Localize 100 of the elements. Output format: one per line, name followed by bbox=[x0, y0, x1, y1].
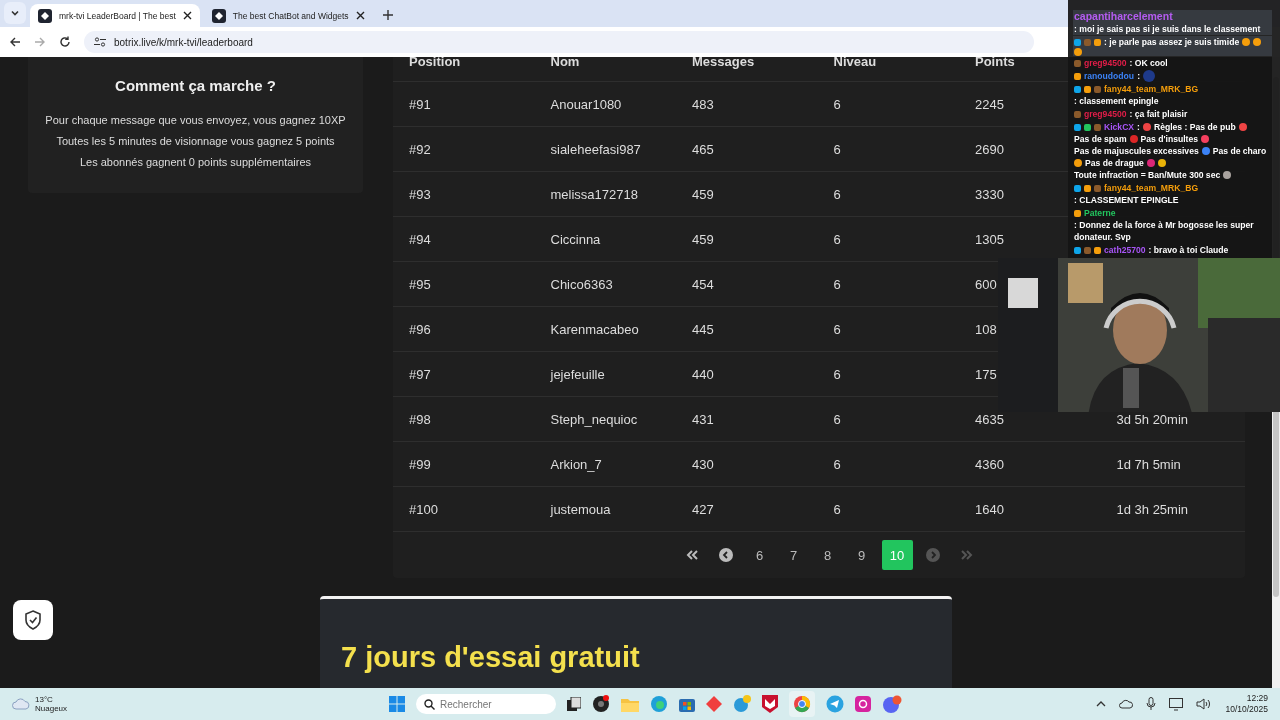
chevron-right-icon bbox=[925, 548, 940, 562]
message-text: Pas de drague bbox=[1085, 157, 1144, 169]
table-cell: #100 bbox=[409, 501, 438, 517]
message-text: : bravo à toi Claude bbox=[1148, 244, 1229, 256]
browser-icon bbox=[793, 695, 811, 713]
message-text: : moi je sais pas si je suis dans le classement bbox=[1074, 23, 1261, 35]
close-icon[interactable] bbox=[182, 11, 192, 20]
back-icon[interactable] bbox=[9, 36, 21, 48]
search-icon bbox=[424, 699, 435, 710]
close-icon[interactable] bbox=[355, 11, 365, 20]
table-cell: 459 bbox=[692, 231, 714, 247]
cloud-icon bbox=[12, 698, 30, 710]
message-text: Toute infraction = Ban/Mute 300 sec bbox=[1074, 169, 1221, 181]
weather-condition: Nuageux bbox=[35, 704, 68, 713]
camera-icon[interactable] bbox=[855, 696, 871, 712]
task-view-icon[interactable] bbox=[567, 697, 581, 711]
table-cell: Karenmacabeo bbox=[550, 321, 639, 337]
browser-tab[interactable]: mrk-tvi LeaderBoard | The best bbox=[30, 4, 200, 27]
username[interactable]: fany44_team_MRK_BG bbox=[1104, 83, 1199, 95]
message-text: Pas d'insultes bbox=[1140, 133, 1198, 145]
username[interactable]: ranoudodou bbox=[1084, 70, 1135, 82]
diamond-icon[interactable] bbox=[706, 696, 722, 712]
username[interactable]: cath25700 bbox=[1104, 244, 1146, 256]
table-cell: #91 bbox=[409, 96, 431, 112]
table-cell: 6 bbox=[833, 411, 841, 427]
message-text: Pas de charo bbox=[1212, 145, 1267, 157]
table-cell: 6 bbox=[833, 501, 841, 517]
table-cell: 454 bbox=[692, 276, 714, 292]
speaker-icon[interactable] bbox=[1196, 698, 1213, 710]
table-cell: Ciccinna bbox=[550, 231, 601, 247]
table-cell: #92 bbox=[409, 141, 431, 157]
chevron-down-icon bbox=[10, 8, 20, 18]
username[interactable]: KickCX bbox=[1104, 121, 1135, 133]
table-cell: #96 bbox=[409, 321, 431, 337]
table-cell: sialeheefasi987 bbox=[550, 141, 641, 157]
table-cell: 6 bbox=[833, 366, 841, 382]
info-text: Les abonnés gagnent 0 points supplémentaires bbox=[78, 155, 313, 170]
cloud-icon[interactable] bbox=[1119, 699, 1134, 709]
username[interactable]: fany44_team_MRK_BG bbox=[1104, 182, 1199, 194]
table-cell: #94 bbox=[409, 231, 431, 247]
message-text: : Donnez de la force à Mr bogosse les super donateur. Svp bbox=[1074, 219, 1255, 243]
monitor-icon[interactable] bbox=[1169, 697, 1184, 711]
tab-title: mrk-tvi LeaderBoard | The best bbox=[59, 10, 176, 21]
table-cell: 3d 5h 20min bbox=[1116, 411, 1189, 427]
table-cell: 6 bbox=[833, 276, 841, 292]
message-text: : je parle pas assez je suis timide bbox=[1104, 36, 1240, 48]
table-cell: 431 bbox=[692, 411, 714, 427]
table-cell: 6 bbox=[833, 141, 841, 157]
page-button[interactable]: 6 bbox=[745, 540, 774, 570]
column-header: Messages bbox=[692, 57, 755, 69]
microphone-icon[interactable] bbox=[1146, 697, 1157, 711]
table-cell: 1d 7h 5min bbox=[1116, 456, 1181, 472]
table-cell: 483 bbox=[692, 96, 714, 112]
tab-title: The best ChatBot and Widgets bbox=[232, 10, 349, 21]
store-icon[interactable] bbox=[679, 696, 695, 712]
reload-icon[interactable] bbox=[59, 36, 71, 48]
message-text: Pas de majuscules excessives bbox=[1074, 145, 1199, 157]
table-cell: 459 bbox=[692, 186, 714, 202]
table-cell: 1640 bbox=[975, 501, 1004, 517]
table-cell: Chico6363 bbox=[550, 276, 613, 292]
site-settings-icon bbox=[94, 37, 106, 47]
paper-plane-icon[interactable] bbox=[826, 695, 844, 713]
address-field[interactable]: botrix.live/k/mrk-tvi/leaderboard bbox=[84, 31, 1034, 53]
chat-app-icon[interactable] bbox=[882, 695, 902, 713]
table-cell: 108 bbox=[975, 321, 997, 337]
column-header: Position bbox=[409, 57, 461, 69]
table-cell: justemoua bbox=[550, 501, 611, 517]
double-chevron-left-icon bbox=[685, 550, 698, 560]
temperature: 13°C bbox=[35, 695, 54, 704]
table-cell: Arkion_7 bbox=[550, 456, 602, 472]
column-header: Niveau bbox=[833, 57, 877, 69]
site-icon bbox=[211, 8, 226, 23]
table-cell: #99 bbox=[409, 456, 431, 472]
column-header: Points bbox=[975, 57, 1015, 69]
record-app-icon[interactable] bbox=[592, 695, 610, 713]
message-text: Pas de spam bbox=[1074, 133, 1127, 145]
table-cell: #93 bbox=[409, 186, 431, 202]
caret-up-icon[interactable] bbox=[1096, 701, 1107, 707]
table-cell: 6 bbox=[833, 231, 841, 247]
message-text: : CLASSEMENT EPINGLE bbox=[1074, 194, 1179, 206]
shield-app-icon[interactable] bbox=[762, 695, 778, 713]
browser-tab[interactable]: The best ChatBot and Widgets bbox=[203, 4, 373, 27]
page-button[interactable]: 9 bbox=[847, 540, 876, 570]
username[interactable]: greg94500 bbox=[1084, 108, 1127, 120]
search-field[interactable]: Rechercher bbox=[416, 694, 556, 714]
privacy-button[interactable] bbox=[13, 600, 53, 640]
table-cell: #98 bbox=[409, 411, 431, 427]
shield-icon bbox=[24, 610, 42, 630]
browser-taskbar-button[interactable] bbox=[789, 691, 815, 717]
username[interactable]: Paterne bbox=[1084, 207, 1116, 219]
table-cell: 3330 bbox=[975, 186, 1004, 202]
clock-time: 12:29 bbox=[1246, 693, 1268, 704]
tab-list-button[interactable] bbox=[4, 2, 26, 24]
column-header: Nom bbox=[550, 57, 580, 69]
page-button[interactable]: 7 bbox=[779, 540, 808, 570]
table-cell: 6 bbox=[833, 321, 841, 337]
double-chevron-right-icon bbox=[960, 550, 973, 560]
page-button[interactable]: 8 bbox=[813, 540, 842, 570]
username[interactable]: greg94500 bbox=[1084, 57, 1127, 69]
new-tab-icon[interactable] bbox=[382, 10, 393, 20]
